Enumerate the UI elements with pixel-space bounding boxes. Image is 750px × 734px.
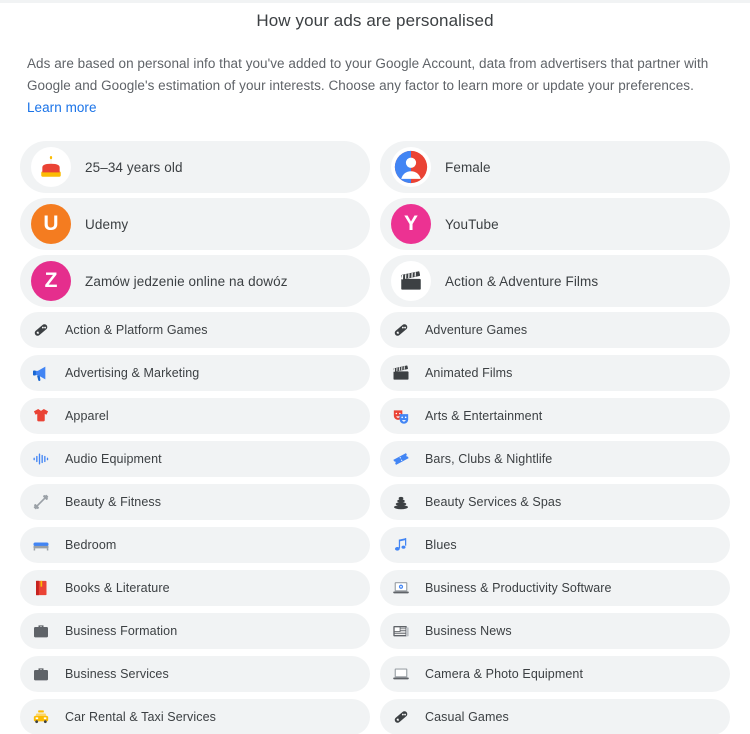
ad-factor-label: Bars, Clubs & Nightlife xyxy=(425,452,553,466)
ad-factor-chip[interactable]: Business Formation xyxy=(20,613,370,649)
udemy-letter-icon: U xyxy=(31,204,71,244)
ad-factor-chip[interactable]: Beauty Services & Spas xyxy=(380,484,730,520)
audio-waveform-icon xyxy=(29,447,53,471)
clapperboard-icon xyxy=(391,261,431,301)
ad-factor-label: Business & Productivity Software xyxy=(425,581,612,595)
ad-factor-chip[interactable]: Arts & Entertainment xyxy=(380,398,730,434)
ad-factor-label: Casual Games xyxy=(425,710,509,724)
ad-factor-label: Business News xyxy=(425,624,512,638)
ad-factor-label: Action & Platform Games xyxy=(65,323,208,337)
tshirt-icon xyxy=(29,404,53,428)
ad-factor-column-left: 25–34 years old U Udemy Z Zamów jedzenie onl… xyxy=(20,141,370,734)
book-icon xyxy=(29,576,53,600)
ad-factor-label: Advertising & Marketing xyxy=(65,366,200,380)
ad-factor-chip[interactable]: Female xyxy=(380,141,730,193)
ticket-icon xyxy=(389,447,413,471)
ad-factor-label: Bedroom xyxy=(65,538,117,552)
newspaper-icon xyxy=(389,619,413,643)
ad-factor-label: Books & Literature xyxy=(65,581,170,595)
dumbbell-icon xyxy=(29,490,53,514)
ad-factor-chip[interactable]: Business & Productivity Software xyxy=(380,570,730,606)
ad-factor-chip[interactable]: 25–34 years old xyxy=(20,141,370,193)
ad-factor-chip[interactable]: Bedroom xyxy=(20,527,370,563)
ad-factor-label: Car Rental & Taxi Services xyxy=(65,710,217,724)
music-note-icon xyxy=(389,533,413,557)
ad-factor-chip[interactable]: U Udemy xyxy=(20,198,370,250)
learn-more-link[interactable]: Learn more xyxy=(27,100,97,115)
ad-factor-grid: 25–34 years old U Udemy Z Zamów jedzenie onl… xyxy=(0,141,750,734)
ad-factor-chip[interactable]: Bars, Clubs & Nightlife xyxy=(380,441,730,477)
gamepad-icon xyxy=(389,705,413,729)
ad-factor-label: YouTube xyxy=(445,216,499,232)
ad-factor-label: Apparel xyxy=(65,409,109,423)
ad-factor-chip[interactable]: Apparel xyxy=(20,398,370,434)
person-avatar-icon xyxy=(391,147,431,187)
ads-personalisation-page: How your ads are personalised Ads are ba… xyxy=(0,0,750,734)
ad-factor-label: Business Formation xyxy=(65,624,178,638)
ad-factor-chip[interactable]: Action & Adventure Films xyxy=(380,255,730,307)
ad-factor-chip[interactable]: Action & Platform Games xyxy=(20,312,370,348)
ad-factor-chip[interactable]: Z Zamów jedzenie online na dowóz xyxy=(20,255,370,307)
spa-stones-icon xyxy=(389,490,413,514)
ad-factor-chip[interactable]: Beauty & Fitness xyxy=(20,484,370,520)
briefcase-icon xyxy=(29,619,53,643)
ad-factor-chip[interactable]: Y YouTube xyxy=(380,198,730,250)
ad-factor-label: Camera & Photo Equipment xyxy=(425,667,584,681)
megaphone-icon xyxy=(29,361,53,385)
briefcase-icon xyxy=(29,662,53,686)
bed-icon xyxy=(29,533,53,557)
ad-factor-chip[interactable]: Business Services xyxy=(20,656,370,692)
ad-factor-chip[interactable]: Adventure Games xyxy=(380,312,730,348)
taxi-icon xyxy=(29,705,53,729)
zamow-letter-icon: Z xyxy=(31,261,71,301)
ad-factor-label: Beauty & Fitness xyxy=(65,495,162,509)
ad-factor-label: Female xyxy=(445,159,491,175)
laptop-gear-icon xyxy=(389,576,413,600)
ad-factor-label: Blues xyxy=(425,538,457,552)
ad-factor-chip[interactable]: Business News xyxy=(380,613,730,649)
ad-factor-label: Arts & Entertainment xyxy=(425,409,543,423)
gamepad-icon xyxy=(389,318,413,342)
ad-factor-column-right: Female Y YouTube Action & Adventure Films xyxy=(380,141,730,734)
ad-factor-chip[interactable]: Camera & Photo Equipment xyxy=(380,656,730,692)
ad-factor-label: 25–34 years old xyxy=(85,159,183,175)
intro-paragraph: Ads are based on personal info that you'… xyxy=(27,53,717,119)
laptop-icon xyxy=(389,662,413,686)
youtube-letter-icon: Y xyxy=(391,204,431,244)
ad-factor-label: Animated Films xyxy=(425,366,513,380)
ad-factor-chip[interactable]: Blues xyxy=(380,527,730,563)
birthday-cake-icon xyxy=(31,147,71,187)
ad-factor-chip[interactable]: Audio Equipment xyxy=(20,441,370,477)
ad-factor-chip[interactable]: Animated Films xyxy=(380,355,730,391)
ad-factor-label: Beauty Services & Spas xyxy=(425,495,562,509)
ad-factor-label: Adventure Games xyxy=(425,323,528,337)
gamepad-icon xyxy=(29,318,53,342)
ad-factor-chip[interactable]: Books & Literature xyxy=(20,570,370,606)
ad-factor-label: Business Services xyxy=(65,667,169,681)
clapperboard-icon xyxy=(389,361,413,385)
ad-factor-label: Udemy xyxy=(85,216,129,232)
ad-factor-chip[interactable]: Casual Games xyxy=(380,699,730,734)
ad-factor-label: Zamów jedzenie online na dowóz xyxy=(85,273,288,289)
ad-factor-chip[interactable]: Advertising & Marketing xyxy=(20,355,370,391)
page-title: How your ads are personalised xyxy=(256,11,494,30)
intro-text: Ads are based on personal info that you'… xyxy=(27,56,709,93)
ad-factor-label: Action & Adventure Films xyxy=(445,273,599,289)
theatre-masks-icon xyxy=(389,404,413,428)
ad-factor-chip[interactable]: Car Rental & Taxi Services xyxy=(20,699,370,734)
ad-factor-label: Audio Equipment xyxy=(65,452,162,466)
